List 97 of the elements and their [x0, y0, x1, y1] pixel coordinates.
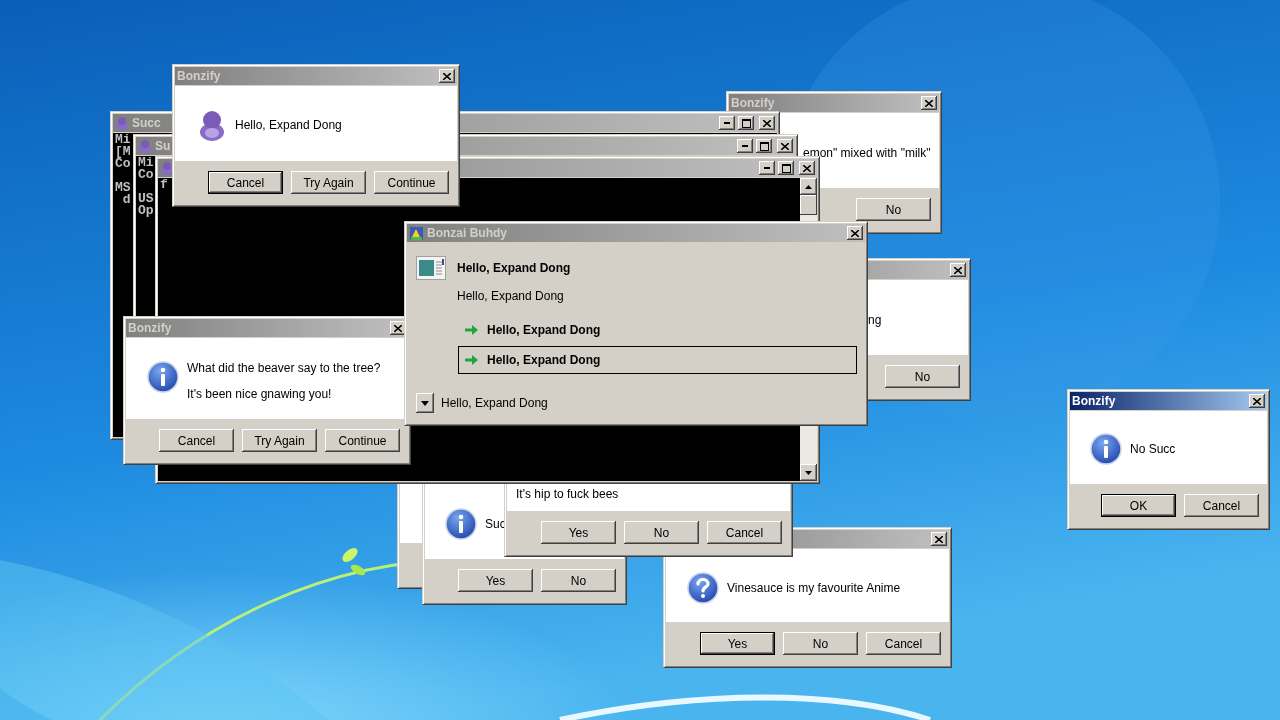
maximize-button[interactable] — [738, 116, 754, 130]
close-button[interactable] — [931, 532, 947, 546]
window-title: Bonzify — [731, 96, 775, 110]
maximize-icon — [781, 163, 791, 173]
minimize-button[interactable] — [737, 139, 753, 153]
close-icon — [1253, 397, 1261, 405]
message-text: What did the beaver say to the tree? — [187, 361, 381, 375]
dialog-button[interactable]: Yes — [700, 632, 775, 655]
window-title: Bonzify — [1072, 394, 1116, 408]
minimize-icon — [764, 167, 770, 169]
dialog-button[interactable]: Cancel — [707, 521, 782, 544]
message-text: It's been nice gnawing you! — [187, 387, 333, 401]
dialog-button[interactable]: Continue — [374, 171, 449, 194]
dialog-button[interactable]: No — [856, 198, 931, 221]
close-button[interactable] — [777, 139, 793, 153]
close-icon — [803, 164, 811, 172]
maximize-button[interactable] — [756, 139, 772, 153]
dialog-heading: Hello, Expand Dong — [457, 261, 571, 275]
dialog-button[interactable]: No — [624, 521, 699, 544]
dialog-button[interactable]: OK — [1101, 494, 1176, 517]
figure-icon — [160, 161, 174, 175]
close-icon — [954, 266, 962, 274]
window-title: Bonzify — [128, 321, 172, 335]
message-text: No Succ — [1130, 442, 1176, 456]
console-text: MS — [115, 182, 131, 194]
console-text: Mi — [138, 157, 154, 169]
console-text: Mi — [115, 134, 131, 146]
console-text: Co — [115, 158, 131, 170]
message-text: ng — [868, 313, 882, 327]
dialog-button[interactable]: Try Again — [291, 171, 366, 194]
dialog-button[interactable]: Yes — [541, 521, 616, 544]
figure-icon — [197, 109, 227, 141]
dialog-button[interactable]: Try Again — [242, 429, 317, 452]
down-arrow-icon — [805, 470, 812, 475]
console-text: d — [121, 194, 131, 206]
info-icon — [445, 508, 477, 540]
close-button[interactable] — [439, 69, 455, 83]
close-button[interactable] — [1249, 394, 1265, 408]
info-icon — [147, 361, 179, 393]
console-text: [M — [115, 146, 131, 158]
arrow-icon — [465, 354, 479, 366]
dialog-text: Hello, Expand Dong — [457, 289, 565, 303]
message-text: It's hip to fuck bees — [516, 487, 619, 501]
close-icon — [781, 142, 789, 150]
message-text: Vinesauce is my favourite Anime — [727, 581, 901, 595]
minimize-icon — [742, 145, 748, 147]
up-arrow-icon — [805, 184, 812, 189]
dialog-button[interactable]: Yes — [458, 569, 533, 592]
dialog-button[interactable]: Cancel — [208, 171, 283, 194]
scroll-up-button[interactable] — [800, 178, 817, 195]
dialog-button[interactable]: No — [541, 569, 616, 592]
dialog-button[interactable]: Cancel — [159, 429, 234, 452]
command-link[interactable]: Hello, Expand Dong — [458, 346, 857, 374]
minimize-button[interactable] — [719, 116, 735, 130]
dialog-button[interactable]: Cancel — [866, 632, 941, 655]
command-link[interactable]: Hello, Expand Dong — [458, 316, 857, 344]
close-button[interactable] — [921, 96, 937, 110]
console-text: Op — [138, 205, 154, 217]
question-icon — [687, 572, 719, 604]
minimize-icon — [724, 122, 730, 124]
maximize-icon — [759, 141, 769, 151]
expand-button[interactable] — [416, 393, 434, 413]
info-icon — [1090, 433, 1122, 465]
dialog-button[interactable]: No — [885, 365, 960, 388]
close-button[interactable] — [799, 161, 815, 175]
message-text: Hello, Expand Dong — [235, 118, 342, 132]
close-icon — [935, 535, 943, 543]
close-button[interactable] — [950, 263, 966, 277]
close-icon — [394, 324, 402, 332]
console-text: US — [138, 193, 154, 205]
console-text: Co — [138, 169, 154, 181]
document-icon — [416, 256, 446, 280]
scroll-thumb[interactable] — [800, 195, 817, 215]
console-text: f — [160, 179, 168, 191]
window-title: Bonzify — [177, 69, 221, 83]
dialog-button[interactable]: No — [783, 632, 858, 655]
close-icon — [763, 119, 771, 127]
maximize-icon — [741, 118, 751, 128]
caret-icon — [421, 400, 429, 406]
arrow-icon — [465, 324, 479, 336]
window-title: Bonzai Buhdy — [427, 226, 507, 240]
maximize-button[interactable] — [778, 161, 794, 175]
footer-text: Hello, Expand Dong — [441, 396, 548, 410]
app-icon — [409, 225, 424, 241]
close-button[interactable] — [759, 116, 775, 130]
figure-icon — [138, 139, 152, 153]
figure-icon — [115, 116, 129, 130]
window-title: Su — [155, 139, 171, 153]
dialog-button[interactable]: Cancel — [1184, 494, 1259, 517]
close-icon — [851, 229, 859, 237]
close-button[interactable] — [847, 226, 863, 240]
close-icon — [443, 72, 451, 80]
dialog-button[interactable]: Continue — [325, 429, 400, 452]
close-icon — [925, 99, 933, 107]
scroll-down-button[interactable] — [800, 464, 817, 481]
minimize-button[interactable] — [759, 161, 775, 175]
window-title: Succ — [132, 116, 161, 130]
